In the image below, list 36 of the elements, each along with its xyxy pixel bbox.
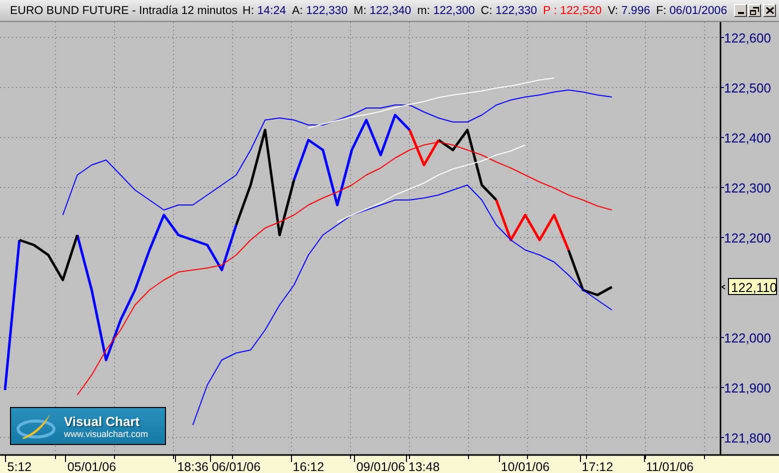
axis-label: 122,400	[724, 130, 771, 146]
axis-label: 122,000	[724, 330, 771, 346]
close-button[interactable]	[763, 4, 776, 17]
axis-label: 10/01/06	[500, 460, 550, 473]
axis-label: 05/01/06	[67, 460, 116, 473]
axis-label: 11/01/06	[646, 460, 694, 473]
window-title: EURO BUND FUTURE - Intradía 12 minutos	[10, 4, 238, 16]
axis-label: 5:12	[7, 460, 32, 473]
axis-label: 122,600	[724, 30, 771, 46]
close-icon	[766, 7, 774, 14]
quote-field: C: 122,330	[480, 4, 538, 16]
axis-label: 16:12	[292, 460, 324, 473]
minimize-button[interactable]	[734, 4, 748, 17]
axis-label: 17:12	[582, 460, 614, 473]
axis-label: 18:36	[177, 460, 208, 473]
quote-field: F: 06/01/2006	[656, 4, 728, 16]
restore-icon	[750, 6, 760, 14]
quote-field: m: 122,300	[417, 4, 475, 16]
quote-field: A: 122,330	[292, 4, 348, 16]
swoosh-icon	[16, 412, 58, 440]
axis-label: 122,200	[724, 230, 771, 246]
restore-button[interactable]	[748, 4, 762, 17]
quote-field: H: 14:24	[242, 4, 286, 16]
axis-label: 122,300	[724, 180, 771, 196]
axis-label: 06/01/06	[212, 460, 261, 473]
quote-field: M: 122,340	[354, 4, 412, 16]
quote-field: V: 7.996	[608, 4, 650, 16]
axis-label: 121,900	[724, 380, 771, 396]
axis-label: 122,500	[724, 80, 771, 96]
logo-url: www.visualchart.com	[64, 428, 148, 438]
axis-label: 121,800	[724, 430, 771, 446]
logo-name: Visual Chart	[64, 414, 141, 428]
axis-label: 09/01/06	[356, 460, 406, 473]
quote-field: P : 122,520	[543, 4, 602, 16]
price-tag: 122,110	[728, 278, 778, 295]
axis-label: 13:48	[408, 460, 440, 473]
